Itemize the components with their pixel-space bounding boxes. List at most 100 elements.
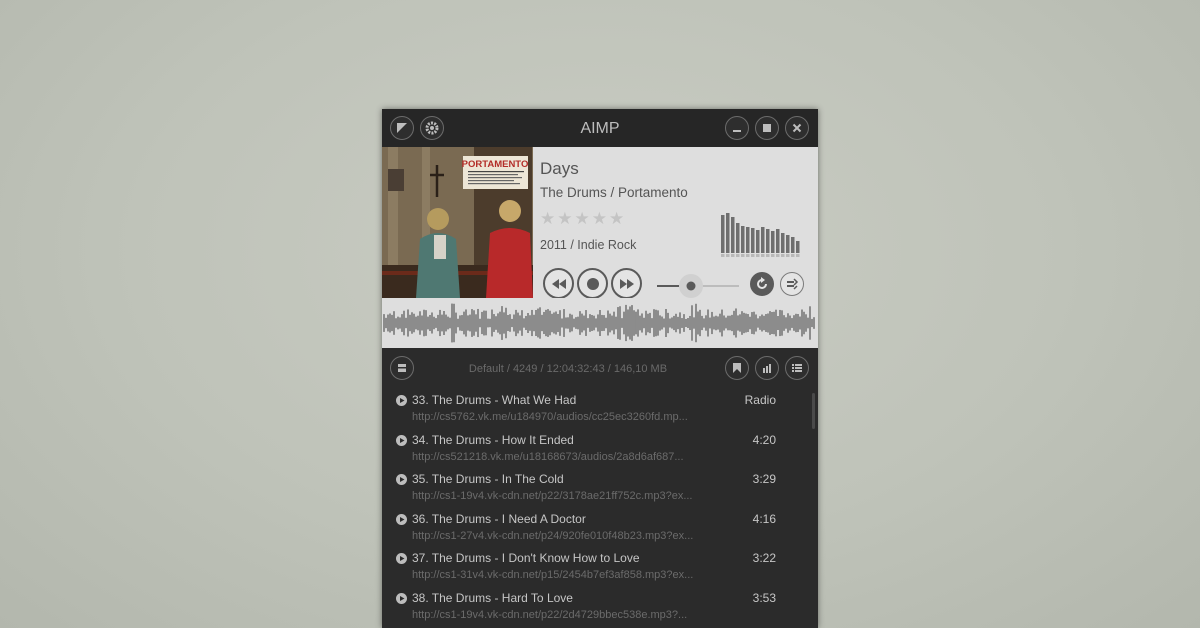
playlist-item[interactable]: 37. The Drums - I Don't Know How to Love… <box>382 548 812 587</box>
album-cover: PORTAMENTO <box>382 147 533 298</box>
spectrum-bar <box>796 241 800 253</box>
bookmark-icon <box>733 363 741 373</box>
spectrum-analyzer <box>721 213 800 257</box>
track-url: http://cs1-27v4.vk-cdn.net/p24/920fe010f… <box>412 530 694 542</box>
stop-icon <box>586 277 599 290</box>
spectrum-bar <box>746 227 750 253</box>
spectrum-bar <box>751 228 755 253</box>
track-url: http://cs521218.vk.me/u18168673/audios/2… <box>412 451 684 463</box>
spectrum-bar <box>761 227 765 253</box>
play-circle-icon[interactable] <box>396 435 407 446</box>
play-circle-icon[interactable] <box>396 514 407 525</box>
track-info-panel: PORTAMENTO Days The Drums / Portamento ★… <box>382 147 818 299</box>
fast-forward-icon <box>619 278 634 289</box>
spectrum-reflection <box>766 254 770 257</box>
spectrum-reflection <box>721 254 725 257</box>
rewind-button[interactable] <box>543 268 574 299</box>
close-button[interactable] <box>785 116 809 140</box>
track-duration: 3:53 <box>752 591 776 605</box>
track-url: http://cs1-19v4.vk-cdn.net/p22/2d4729bbe… <box>412 609 688 621</box>
spectrum-bar <box>726 213 730 253</box>
spectrum-bar <box>721 215 725 253</box>
forward-button[interactable] <box>611 268 642 299</box>
track-duration: Radio <box>744 393 776 407</box>
repeat-button[interactable] <box>750 272 774 296</box>
rewind-icon <box>551 278 566 289</box>
waveform-seekbar[interactable] <box>382 298 818 348</box>
track-name: 35. The Drums - In The Cold <box>412 472 564 486</box>
playlist-item[interactable]: 36. The Drums - I Need A Doctor http://c… <box>382 509 812 548</box>
spectrum-bar <box>791 237 795 253</box>
sort-button[interactable] <box>755 356 779 380</box>
shuffle-icon <box>787 278 799 290</box>
minimize-button[interactable] <box>725 116 749 140</box>
maximize-icon <box>763 124 771 132</box>
play-circle-icon[interactable] <box>396 553 407 564</box>
playlist-scrollbar[interactable] <box>812 393 815 429</box>
play-circle-icon[interactable] <box>396 474 407 485</box>
shuffle-button[interactable] <box>780 272 804 296</box>
track-duration: 4:16 <box>752 512 776 526</box>
maximize-button[interactable] <box>755 116 779 140</box>
track-url: http://cs5762.vk.me/u184970/audios/cc25e… <box>412 411 688 423</box>
spectrum-reflection <box>741 254 745 257</box>
repeat-icon <box>757 277 767 289</box>
spectrum-bar <box>731 217 735 253</box>
close-icon <box>792 123 802 133</box>
spectrum-reflection <box>726 254 730 257</box>
play-circle-icon[interactable] <box>396 395 407 406</box>
player-window: AIMP PORTAMENTO Days The Drums / Portame… <box>382 109 818 628</box>
stop-button[interactable] <box>577 268 608 299</box>
spectrum-reflection <box>791 254 795 257</box>
track-title: Days <box>540 159 579 178</box>
spectrum-bar <box>781 233 785 253</box>
playlist-item[interactable]: 35. The Drums - In The Cold http://cs1-1… <box>382 469 812 508</box>
track-duration: 4:20 <box>752 433 776 447</box>
list-icon <box>792 364 802 372</box>
track-name: 34. The Drums - How It Ended <box>412 433 574 447</box>
track-duration: 3:22 <box>752 551 776 565</box>
spectrum-reflection <box>761 254 765 257</box>
spectrum-reflection <box>786 254 790 257</box>
spectrum-bar <box>776 229 780 253</box>
playlist-item[interactable]: 38. The Drums - Hard To Love http://cs1-… <box>382 588 812 627</box>
bookmark-button[interactable] <box>725 356 749 380</box>
title-bar[interactable]: AIMP <box>382 109 818 147</box>
playlist: 33. The Drums - What We Had http://cs576… <box>382 388 818 628</box>
spectrum-bar <box>766 229 770 253</box>
sort-icon <box>763 364 771 373</box>
spectrum-reflection <box>756 254 760 257</box>
cover-title: PORTAMENTO <box>462 159 529 170</box>
track-name: 38. The Drums - Hard To Love <box>412 591 573 605</box>
spectrum-reflection <box>731 254 735 257</box>
spectrum-bar <box>786 235 790 253</box>
spectrum-reflection <box>796 254 800 257</box>
track-name: 36. The Drums - I Need A Doctor <box>412 512 586 526</box>
playlist-toolbar: Default / 4249 / 12:04:32:43 / 146,10 MB <box>382 348 818 388</box>
spectrum-bar <box>741 226 745 253</box>
track-artist-album: The Drums / Portamento <box>540 185 688 200</box>
spectrum-bar <box>771 231 775 253</box>
spectrum-reflection <box>736 254 740 257</box>
spectrum-bar <box>756 230 760 253</box>
app-title: AIMP <box>580 120 620 137</box>
play-circle-icon[interactable] <box>396 593 407 604</box>
track-name: 33. The Drums - What We Had <box>412 393 577 407</box>
spectrum-reflection <box>781 254 785 257</box>
playlist-info: Default / 4249 / 12:04:32:43 / 146,10 MB <box>468 363 668 375</box>
playlist-item[interactable]: 34. The Drums - How It Ended http://cs52… <box>382 430 812 469</box>
spectrum-reflection <box>751 254 755 257</box>
track-name: 37. The Drums - I Don't Know How to Love <box>412 551 640 565</box>
rating-stars[interactable]: ★★★★★ <box>540 209 626 229</box>
waveform-graphic <box>383 303 815 343</box>
track-duration: 3:29 <box>752 472 776 486</box>
playlist-item[interactable]: 33. The Drums - What We Had http://cs576… <box>382 390 812 429</box>
track-url: http://cs1-31v4.vk-cdn.net/p15/2454b7ef3… <box>412 569 694 581</box>
minimize-icon <box>733 130 741 132</box>
spectrum-reflection <box>771 254 775 257</box>
list-view-button[interactable] <box>785 356 809 380</box>
spectrum-reflection <box>746 254 750 257</box>
spectrum-reflection <box>776 254 780 257</box>
track-url: http://cs1-19v4.vk-cdn.net/p22/3178ae21f… <box>412 490 693 502</box>
volume-slider[interactable] <box>657 273 739 299</box>
